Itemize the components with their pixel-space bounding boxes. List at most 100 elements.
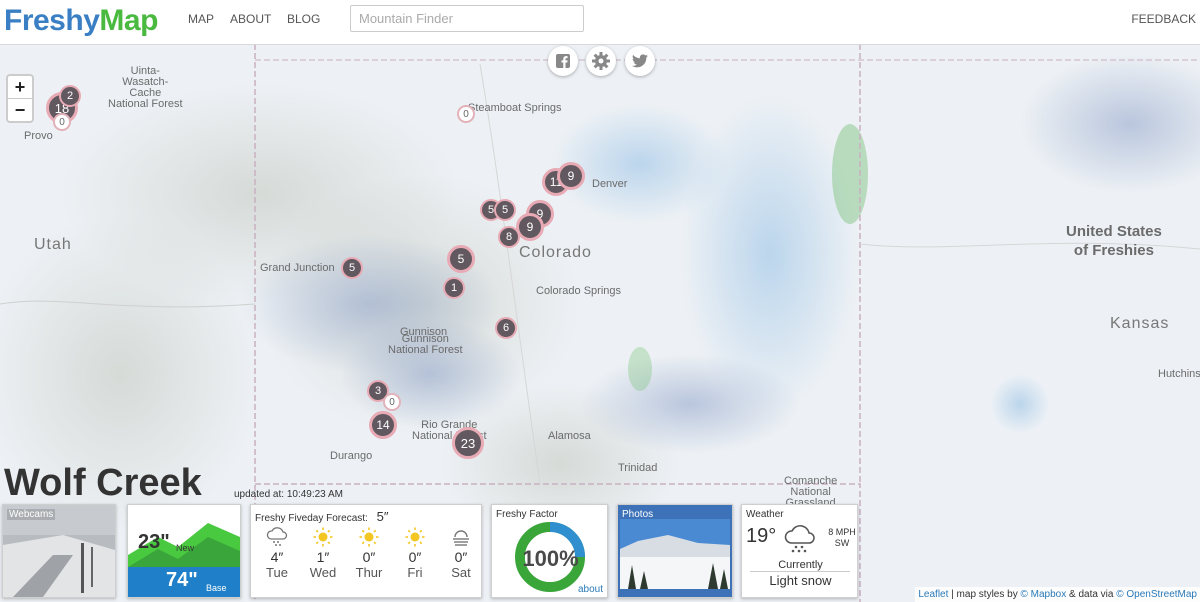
map-label-hutchinson: Hutchinso — [1158, 368, 1200, 380]
forecast-day-label: Sat — [451, 565, 471, 580]
resort-cluster-marker[interactable]: 1 — [443, 277, 465, 299]
resort-cluster-marker[interactable]: 5 — [494, 199, 516, 221]
forecast-total: 5″ — [376, 509, 389, 524]
forecast-amount: 0″ — [454, 549, 468, 565]
new-snow-value: 23" — [138, 531, 170, 553]
snow-cloud-icon — [784, 525, 815, 553]
wind-speed: 8 MPH — [828, 527, 856, 537]
forecast-day-thur: 0″ Thur — [349, 527, 389, 580]
map-label-denver: Denver — [592, 178, 628, 190]
resort-cluster-marker[interactable]: 0 — [53, 113, 71, 131]
forecast-title: Freshy Fiveday Forecast: 5″ — [255, 509, 388, 524]
forecast-card: Freshy Fiveday Forecast: 5″ 4″ Tue 1″ Wed 0″… — [250, 504, 482, 598]
forecast-amount: 1″ — [316, 549, 330, 565]
facebook-button[interactable] — [548, 46, 578, 76]
map-attribution: Leaflet | map styles by © Mapbox & data … — [915, 587, 1200, 602]
zoom-out-button[interactable]: − — [8, 99, 32, 121]
leaflet-link[interactable]: Leaflet — [918, 589, 948, 600]
osm-link[interactable]: © OpenStreetMap — [1116, 589, 1197, 600]
resort-cluster-marker[interactable]: 0 — [383, 393, 401, 411]
forecast-day-wed: 1″ Wed — [303, 527, 343, 580]
sun-icon — [395, 527, 435, 547]
weather-currently-label: Currently — [778, 559, 823, 571]
zoom-in-button[interactable]: + — [8, 76, 32, 99]
nav-about[interactable]: ABOUT — [230, 12, 271, 26]
forecast-day-sat: 0″ Sat — [441, 527, 481, 580]
webcams-title: Webcams — [7, 509, 56, 520]
settings-button[interactable] — [586, 46, 616, 76]
forecast-day-label: Wed — [309, 565, 337, 580]
wind-direction: SW — [834, 538, 850, 548]
forecast-day-label: Tue — [266, 565, 288, 580]
freshy-factor-about-link[interactable]: about — [578, 584, 603, 595]
resort-cluster-marker[interactable]: 23 — [452, 427, 484, 459]
map-label-provo: Provo — [24, 130, 53, 142]
resort-name: Wolf Creek — [4, 462, 202, 504]
snow-cloud-icon — [257, 527, 297, 547]
nav-map[interactable]: MAP — [188, 12, 214, 26]
facebook-icon — [556, 54, 570, 68]
sun-icon — [303, 527, 343, 547]
weather-condition: Light snow — [769, 573, 832, 588]
zoom-control: + − — [6, 74, 34, 123]
resort-cluster-marker[interactable]: 9 — [516, 213, 544, 241]
map-label-durango: Durango — [330, 450, 373, 462]
photos-card[interactable]: Photos — [617, 504, 733, 598]
sun-icon — [349, 527, 389, 547]
attribution-text1: | map styles by — [948, 589, 1021, 600]
resort-cluster-marker[interactable]: 8 — [498, 226, 520, 248]
forecast-day-tue: 4″ Tue — [257, 527, 297, 580]
map-label-gunnison-nf: Gunnison National Forest — [388, 333, 463, 356]
weather-divider — [750, 571, 850, 572]
forecast-amount: 0″ — [408, 549, 422, 565]
logo-part1: Freshy — [4, 4, 100, 37]
resort-cluster-marker[interactable]: 14 — [369, 411, 397, 439]
webcams-card[interactable]: Webcams — [2, 504, 116, 598]
forecast-day-label: Fri — [407, 565, 423, 580]
freshy-factor-title: Freshy Factor — [496, 509, 558, 520]
forecast-day-fri: 0″ Fri — [395, 527, 435, 580]
forecast-amount: 0″ — [362, 549, 376, 565]
gear-icon — [592, 52, 610, 70]
resort-cluster-marker[interactable]: 2 — [59, 85, 81, 107]
map-label-colorado-springs: Colorado Springs — [536, 285, 621, 297]
snow-depth-card: 23" New 74" Base — [127, 504, 241, 598]
map-label-alamosa: Alamosa — [548, 430, 591, 442]
forecast-title-label: Freshy Fiveday Forecast: — [255, 513, 368, 524]
photos-title: Photos — [622, 509, 654, 520]
weather-card: Weather 19° 8 MPH SW Currently Light sno… — [741, 504, 858, 598]
feedback-link[interactable]: FEEDBACK — [1131, 12, 1196, 26]
forecast-amount: 4″ — [270, 549, 284, 565]
resort-cluster-marker[interactable]: 5 — [341, 257, 363, 279]
map-label-kansas: Kansas — [1110, 315, 1170, 332]
mountain-finder-input[interactable] — [350, 5, 584, 32]
new-snow-label: New — [176, 543, 195, 553]
nav-blog[interactable]: BLOG — [287, 12, 320, 26]
freshy-factor-value: 100% — [522, 546, 579, 571]
forecast-day-label: Thur — [355, 565, 383, 580]
weather-title: Weather — [746, 509, 784, 520]
resort-cluster-marker[interactable]: 6 — [495, 317, 517, 339]
freshy-factor-card: Freshy Factor 100% about — [491, 504, 608, 598]
map-label-colorado: Colorado — [519, 244, 592, 261]
map-label-uinta: Uinta- Wasatch- Cache National Forest — [108, 65, 183, 110]
map-label-utah: Utah — [34, 236, 72, 253]
top-bar: FreshyMap MAP ABOUT BLOG FEEDBACK — [0, 0, 1200, 45]
mapbox-link[interactable]: © Mapbox — [1020, 589, 1066, 600]
weather-temp: 19° — [746, 525, 777, 547]
map-label-united-states: United States of Freshies — [1066, 223, 1162, 259]
map-label-steamboat: Steamboat Springs — [468, 102, 562, 114]
resort-cluster-marker[interactable]: 0 — [457, 105, 475, 123]
attribution-text2: & data via — [1066, 589, 1117, 600]
base-snow-label: Base — [206, 583, 227, 593]
logo-part2: Map — [99, 4, 158, 37]
freshymap-logo[interactable]: FreshyMap — [4, 4, 158, 38]
map-label-grand-junction: Grand Junction — [260, 262, 335, 274]
fog-icon — [441, 527, 481, 547]
resort-cluster-marker[interactable]: 9 — [557, 162, 585, 190]
twitter-button[interactable] — [625, 46, 655, 76]
base-snow-value: 74" — [166, 569, 198, 591]
resort-cluster-marker[interactable]: 5 — [447, 245, 475, 273]
twitter-icon — [632, 54, 648, 68]
updated-time: updated at: 10:49:23 AM — [234, 489, 343, 500]
